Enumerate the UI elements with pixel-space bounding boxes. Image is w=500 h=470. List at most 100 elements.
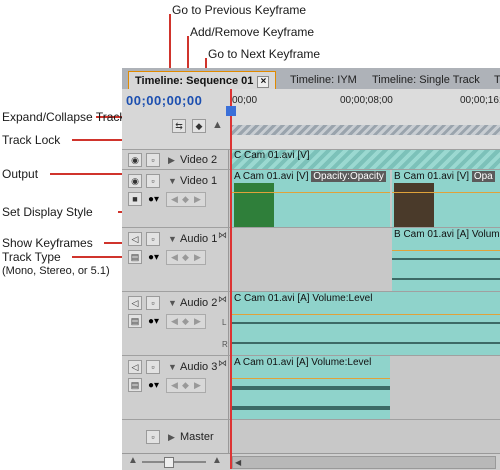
track-header: ◉ ▫ ▼ Video 1 ■ ●▾ ◀ ◆ ▶ (122, 170, 229, 228)
clip-name: A Cam 01.avi [V] (234, 171, 309, 182)
lock-icon[interactable]: ▫ (146, 174, 160, 188)
keyframe-nav: ◀ ◆ ▶ (166, 192, 206, 207)
show-keyframes-icon[interactable]: ●▾ (148, 380, 159, 391)
next-keyframe-icon[interactable]: ▶ (194, 193, 201, 206)
speaker-icon[interactable]: ◁ (128, 232, 142, 246)
clip-label-bar: A Cam 01.avi [A] Volume:Level (232, 356, 390, 369)
prev-keyframe-icon[interactable]: ◀ (171, 251, 178, 264)
lock-icon[interactable]: ▫ (146, 430, 160, 444)
ruler-tick: 00;00;08;00 (340, 95, 393, 106)
callout-prev-keyframe: Go to Previous Keyframe (172, 3, 307, 17)
snap-icon[interactable]: ⇆ (172, 119, 186, 133)
display-style-icon[interactable]: ▤ (128, 314, 142, 328)
tab-iym[interactable]: Timeline: IYM (284, 71, 363, 89)
close-icon[interactable]: × (257, 76, 270, 88)
channel-label-left: L (222, 318, 227, 327)
clip-label-bar: C Cam 01.avi [A] Volume:Level (232, 292, 500, 305)
collapse-triangle-icon[interactable]: ▼ (168, 234, 177, 244)
add-keyframe-icon[interactable]: ◆ (182, 193, 189, 206)
volume-line[interactable] (232, 314, 500, 315)
display-style-icon[interactable]: ▤ (128, 378, 142, 392)
zoom-out-icon[interactable]: ▲ (128, 455, 138, 466)
tab-bar: Timeline: Sequence 01 × Timeline: IYM Tim… (122, 68, 500, 90)
track-name: Audio 2 (180, 297, 218, 309)
timecode-display[interactable]: 00;00;00;00 (126, 93, 202, 108)
time-ruler[interactable]: 00;00 00;00;08;00 00;00;16;00 (230, 89, 500, 149)
display-style-icon[interactable]: ▤ (128, 250, 142, 264)
horizontal-scrollbar[interactable]: ◀ (232, 456, 496, 469)
scroll-left-icon[interactable]: ◀ (235, 458, 241, 467)
track-name: Audio 3 (180, 361, 218, 373)
timeline-footer: ▲ ▲ ◀ (122, 453, 500, 470)
zoom-slider-icon[interactable] (164, 457, 174, 468)
zoom-in-icon[interactable]: ▲ (212, 455, 222, 466)
tab-sequence-01[interactable]: Timeline: Sequence 01 × (128, 71, 277, 90)
track-audio-3: ◁ ▫ ▼ Audio 3 ⋈ ▤ ●▾ ◀ ◆ ▶ A Cam 01.avi … (122, 355, 500, 420)
tab-label: Timeline: Sequence 01 (135, 75, 254, 87)
video-clip-a[interactable]: A Cam 01.avi [V] Opacity:Opacity (232, 170, 390, 228)
audio-clip-a1[interactable]: B Cam 01.avi [A] Volum (392, 228, 500, 292)
video-clip-v2[interactable]: C Cam 01.avi [V] (232, 149, 500, 163)
next-keyframe-icon[interactable]: ▶ (194, 251, 201, 264)
expand-triangle-icon[interactable]: ▶ (168, 155, 175, 166)
show-keyframes-icon[interactable]: ●▾ (148, 252, 159, 263)
set-marker-icon[interactable]: ◆ (192, 119, 206, 133)
tab-single-track[interactable]: Timeline: Single Track (366, 71, 486, 89)
audio-clip-a3[interactable]: A Cam 01.avi [A] Volume:Level (232, 356, 390, 420)
marker-icon[interactable]: ▲ (212, 119, 223, 131)
add-keyframe-icon[interactable]: ◆ (182, 251, 189, 264)
waveform-right (232, 342, 500, 344)
collapse-triangle-icon[interactable]: ▼ (168, 362, 177, 372)
current-time-indicator[interactable] (230, 89, 232, 469)
tab-overflow[interactable]: T (488, 71, 500, 89)
add-keyframe-icon[interactable]: ◆ (182, 315, 189, 328)
keyframe-nav: ◀ ◆ ▶ (166, 378, 206, 393)
clip-name: B Cam 01.avi [A] (394, 229, 470, 240)
speaker-icon[interactable]: ◁ (128, 360, 142, 374)
volume-line[interactable] (232, 378, 390, 379)
callout-track-lock: Track Lock (2, 133, 61, 147)
eye-icon[interactable]: ◉ (128, 153, 142, 167)
collapse-triangle-icon[interactable]: ▼ (168, 298, 177, 308)
opacity-line[interactable] (232, 192, 390, 193)
track-type-icon: ⋈ (218, 358, 227, 368)
eye-icon[interactable]: ◉ (128, 174, 142, 188)
clip-effect: Volume:Level (311, 357, 372, 368)
next-keyframe-icon[interactable]: ▶ (194, 379, 201, 392)
opacity-line[interactable] (392, 192, 500, 193)
speaker-icon[interactable]: ◁ (128, 296, 142, 310)
show-keyframes-icon[interactable]: ●▾ (148, 194, 159, 205)
keyframe-nav: ◀ ◆ ▶ (166, 250, 206, 265)
clip-name: C Cam 01.avi [A] (234, 293, 310, 304)
display-style-icon[interactable]: ■ (128, 192, 142, 206)
expand-triangle-icon[interactable]: ▶ (168, 432, 175, 443)
prev-keyframe-icon[interactable]: ◀ (171, 315, 178, 328)
callout-output: Output (2, 167, 39, 181)
timeline-panel: Timeline: Sequence 01 × Timeline: IYM Tim… (122, 68, 500, 470)
add-keyframe-icon[interactable]: ◆ (182, 379, 189, 392)
collapse-triangle-icon[interactable]: ▼ (168, 176, 177, 186)
audio-clip-a2[interactable]: C Cam 01.avi [A] Volume:Level (232, 292, 500, 356)
timeline-header: 00;00;00;00 ⇆ ◆ ▲ 00;00 00;00;08;00 00;0… (122, 89, 500, 149)
track-video-1: ◉ ▫ ▼ Video 1 ■ ●▾ ◀ ◆ ▶ A Cam 01.avi [V… (122, 169, 500, 228)
lock-icon[interactable]: ▫ (146, 360, 160, 374)
lock-icon[interactable]: ▫ (146, 232, 160, 246)
prev-keyframe-icon[interactable]: ◀ (171, 193, 178, 206)
callout-display-style: Set Display Style (2, 205, 93, 219)
waveform-right (232, 406, 390, 410)
show-keyframes-icon[interactable]: ●▾ (148, 316, 159, 327)
track-audio-1: ◁ ▫ ▼ Audio 1 ⋈ ▤ ●▾ ◀ ◆ ▶ B Cam 01.avi … (122, 227, 500, 292)
video-clip-b[interactable]: B Cam 01.avi [V] Opa (392, 170, 500, 228)
zoom-slider[interactable] (142, 461, 206, 463)
work-area-bar[interactable] (230, 125, 500, 135)
lock-icon[interactable]: ▫ (146, 153, 160, 167)
lock-icon[interactable]: ▫ (146, 296, 160, 310)
playhead-icon[interactable] (226, 106, 236, 116)
waveform-left (232, 386, 390, 390)
callout-track-type: Track Type (2, 250, 61, 264)
volume-line[interactable] (392, 250, 500, 251)
prev-keyframe-icon[interactable]: ◀ (171, 379, 178, 392)
waveform-left (392, 258, 500, 260)
channel-label-right: R (222, 340, 228, 349)
next-keyframe-icon[interactable]: ▶ (194, 315, 201, 328)
